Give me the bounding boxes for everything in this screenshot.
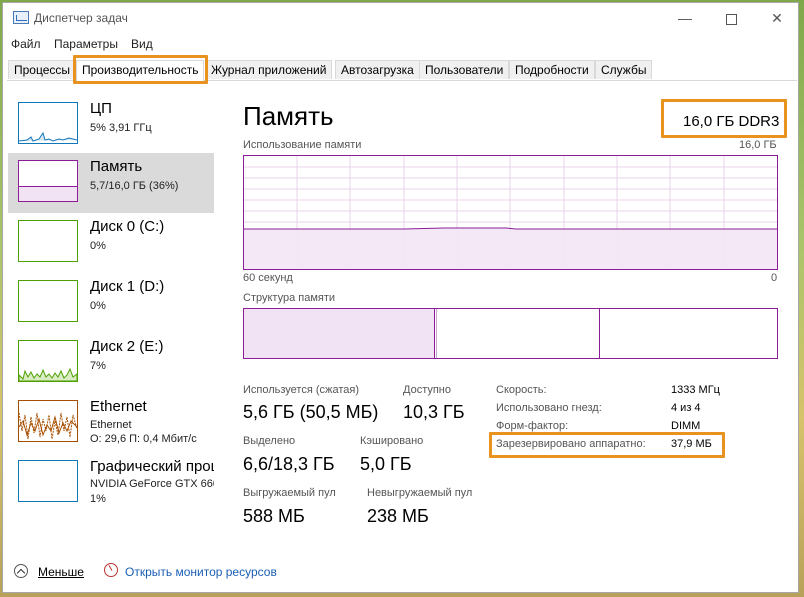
tab-startup[interactable]: Автозагрузка [335,60,420,79]
tab-services[interactable]: Службы [595,60,653,79]
disk-graph-icon [18,340,78,382]
cpu-usage-text: 5% 3,91 ГГц [90,122,152,134]
sidebar-item-memory[interactable]: Память 5,7/16,0 ГБ (36%) [8,153,214,213]
open-resource-monitor-link[interactable]: Открыть монитор ресурсов [125,565,277,579]
sidebar-item-label: Диск 0 (C:) [90,218,165,235]
paged-pool-value: 588 МБ [243,506,305,526]
tab-users[interactable]: Пользователи [419,60,510,79]
disk-graph-icon [18,280,78,322]
gpu-model-text: NVIDIA GeForce GTX 660 [90,478,214,490]
disk0-usage-text: 0% [90,240,106,252]
composition-in-use [244,309,435,358]
fewer-details-link[interactable]: Меньше [38,565,84,579]
sidebar-item-label: Графический процессор 0 [90,458,214,475]
tab-processes[interactable]: Процессы [8,60,77,79]
gpu-graph-icon [18,460,78,502]
network-graph-icon [18,400,78,442]
memory-usage-label: Использование памяти [243,139,362,151]
chevron-up-icon[interactable] [14,564,28,578]
nonpaged-pool-value: 238 МБ [367,506,429,526]
time-span-label: 60 секунд [243,272,293,284]
title-bar[interactable]: Диспетчер задач — ✕ [3,3,798,33]
sidebar-item-label: Память [90,158,143,175]
highlight-hardware-reserved [489,432,725,458]
memory-usage-max: 16,0 ГБ [739,139,777,151]
menu-options[interactable]: Параметры [54,37,118,51]
ethernet-adapter-text: Ethernet [90,419,132,431]
memory-usage-chart [244,156,777,269]
cached-value: 5,0 ГБ [360,454,412,474]
committed-label: Выделено [243,435,296,447]
sidebar-item-disk0[interactable]: Диск 0 (C:) 0% [8,213,214,273]
form-factor-value: DIMM [671,420,701,432]
nonpaged-pool-label: Невыгружаемый пул [367,487,473,499]
slots-label: Использовано гнезд: [496,402,602,414]
sidebar-item-label: ЦП [90,100,112,117]
close-button[interactable]: ✕ [754,3,800,33]
highlight-performance-tab [73,55,208,84]
sidebar-item-label: Диск 2 (E:) [90,338,164,355]
cpu-graph-icon [18,102,78,144]
memory-level-fill [19,185,77,201]
memory-usage-graph [243,155,778,270]
sidebar-item-label: Ethernet [90,398,147,415]
committed-value: 6,6/18,3 ГБ [243,454,335,474]
memory-usage-text: 5,7/16,0 ГБ (36%) [90,180,179,192]
sidebar-item-gpu[interactable]: Графический процессор 0 NVIDIA GeForce G… [8,453,214,513]
menu-file[interactable]: Файл [11,37,41,51]
paged-pool-label: Выгружаемый пул [243,487,336,499]
memory-composition-label: Структура памяти [243,292,336,304]
ethernet-throughput-text: О: 29,6 П: 0,4 Мбит/с [90,433,197,445]
minimize-button[interactable]: — [662,3,708,33]
memory-graph-icon [18,160,78,202]
sidebar-item-ethernet[interactable]: Ethernet Ethernet О: 29,6 П: 0,4 Мбит/с [8,393,214,453]
sidebar-item-label: Диск 1 (D:) [90,278,165,295]
in-use-label: Используется (сжатая) [243,384,360,396]
in-use-value: 5,6 ГБ (50,5 МБ) [243,402,379,422]
highlight-ram-type [661,99,787,138]
window-title: Диспетчер задач [34,11,128,25]
composition-standby-divider [599,309,600,358]
speed-value: 1333 МГц [671,384,720,396]
resource-monitor-icon[interactable] [104,563,118,577]
time-zero-label: 0 [771,272,778,284]
composition-modified [436,309,437,358]
sidebar-item-cpu[interactable]: ЦП 5% 3,91 ГГц [8,95,214,155]
available-label: Доступно [403,384,452,396]
tab-app-history[interactable]: Журнал приложений [205,60,333,79]
maximize-button[interactable] [708,3,754,33]
gpu-usage-text: 1% [90,493,106,505]
memory-composition-bar [243,308,778,359]
disk2-usage-text: 7% [90,360,106,372]
sidebar-item-disk2[interactable]: Диск 2 (E:) 7% [8,333,214,393]
sidebar-item-disk1[interactable]: Диск 1 (D:) 0% [8,273,214,333]
disk1-usage-text: 0% [90,300,106,312]
slots-value: 4 из 4 [671,402,701,414]
tab-details[interactable]: Подробности [509,60,595,79]
footer-bar: Меньше Открыть монитор ресурсов [3,558,798,588]
task-manager-icon [13,11,29,24]
available-value: 10,3 ГБ [403,402,465,422]
page-title: Память [243,101,334,131]
disk-graph-icon [18,220,78,262]
resource-list: ЦП 5% 3,91 ГГц Память 5,7/16,0 ГБ (36%) … [8,95,214,525]
speed-label: Скорость: [496,384,547,396]
cached-label: Кэшировано [360,435,424,447]
task-manager-window: Диспетчер задач — ✕ Файл Параметры Вид П… [2,2,799,593]
menu-view[interactable]: Вид [131,37,153,51]
form-factor-label: Форм-фактор: [496,420,569,432]
